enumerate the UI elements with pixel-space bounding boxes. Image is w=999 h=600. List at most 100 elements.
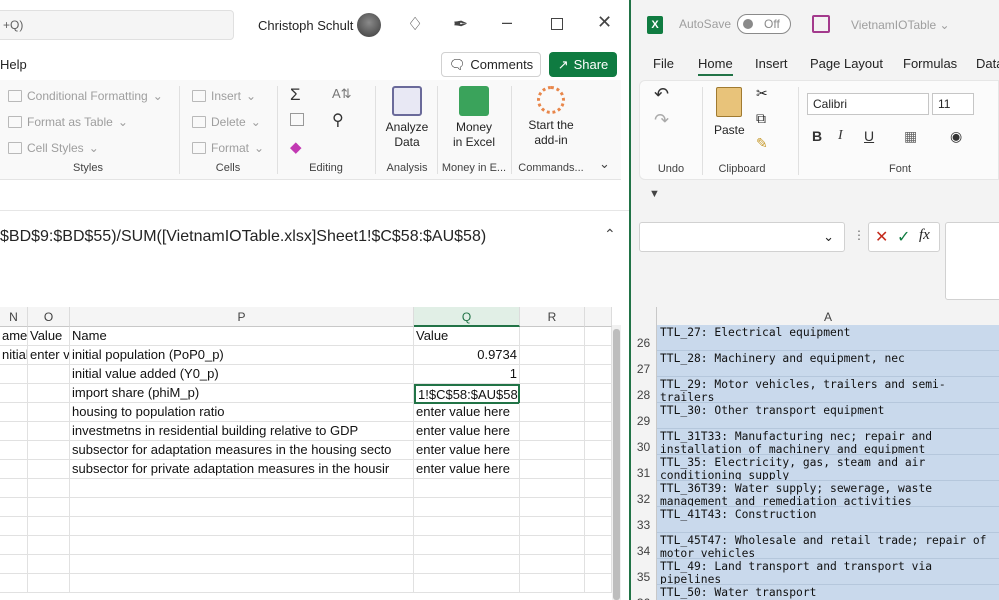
delete-button[interactable]: Delete ⌄ [192, 115, 261, 129]
cell-s[interactable] [585, 517, 612, 536]
row-number[interactable]: 31 [631, 455, 657, 481]
tab-file[interactable]: File [653, 56, 674, 71]
tab-insert[interactable]: Insert [755, 56, 788, 71]
active-cell[interactable]: 1!$C$58:$AU$58) [414, 384, 520, 404]
cell-n[interactable] [0, 403, 28, 422]
cell-o[interactable] [28, 460, 70, 479]
analyze-data-button[interactable]: Analyze Data [382, 84, 432, 150]
cell-n[interactable] [0, 479, 28, 498]
bold-button[interactable]: B [812, 128, 822, 144]
cell-s[interactable] [585, 346, 612, 365]
cell-s[interactable] [585, 365, 612, 384]
cell-q[interactable]: enter value here [414, 460, 520, 479]
font-name-select[interactable]: Calibri [807, 93, 929, 115]
cell-p[interactable] [70, 536, 414, 555]
cell-n[interactable]: ame [0, 327, 28, 346]
check-icon[interactable]: ✓ [897, 227, 910, 247]
column-header-a[interactable]: A [657, 307, 999, 327]
tab-home[interactable]: Home [698, 56, 733, 76]
clear-icon[interactable]: ◆ [290, 138, 302, 156]
cell-p[interactable]: Name [70, 327, 414, 346]
cut-icon[interactable]: ✂ [756, 85, 768, 102]
cell-a[interactable]: TTL_36T39: Water supply; sewerage, waste… [657, 481, 999, 507]
cell-n[interactable] [0, 384, 28, 403]
underline-button[interactable]: U [864, 128, 874, 144]
cell-q[interactable]: enter value here [414, 441, 520, 460]
paste-icon[interactable] [716, 87, 742, 117]
cell-s[interactable] [585, 555, 612, 574]
cell-r[interactable] [520, 536, 585, 555]
cell-r[interactable] [520, 555, 585, 574]
cell-s[interactable] [585, 479, 612, 498]
cell-s[interactable] [585, 422, 612, 441]
font-size-select[interactable]: 11 [932, 93, 974, 115]
find-icon[interactable]: ⚲ [332, 110, 344, 130]
cell-q[interactable]: enter value here [414, 422, 520, 441]
redo-icon[interactable]: ↷ [654, 110, 669, 131]
autosum-icon[interactable]: Σ [290, 85, 301, 105]
cell-o[interactable] [28, 422, 70, 441]
cell-a[interactable]: TTL_28: Machinery and equipment, nec [657, 351, 999, 377]
row-number[interactable]: 32 [631, 481, 657, 507]
cell-o[interactable] [28, 403, 70, 422]
cell-r[interactable] [520, 460, 585, 479]
fill-icon[interactable] [290, 113, 304, 126]
money-in-excel-button[interactable]: Money in Excel [443, 84, 505, 150]
cell-a[interactable]: TTL_27: Electrical equipment [657, 325, 999, 351]
cell-n[interactable] [0, 498, 28, 517]
column-header-r[interactable]: R [520, 307, 585, 327]
row-number[interactable]: 30 [631, 429, 657, 455]
cell-n[interactable]: nitial $ [0, 346, 28, 365]
cell-n[interactable] [0, 422, 28, 441]
cell-q[interactable] [414, 555, 520, 574]
cell-a[interactable]: TTL_50: Water transport [657, 585, 999, 600]
row-number[interactable]: 26 [631, 325, 657, 351]
right-formula-bar[interactable] [945, 222, 999, 300]
paste-label[interactable]: Paste [714, 123, 745, 137]
menu-help[interactable]: Help [0, 57, 27, 72]
borders-icon[interactable]: ▦ [904, 128, 917, 145]
italic-button[interactable]: I [838, 128, 843, 144]
copy-icon[interactable]: ⧉ [756, 110, 766, 127]
minimize-button[interactable]: – [502, 12, 512, 33]
cell-p[interactable] [70, 479, 414, 498]
cell-r[interactable] [520, 574, 585, 593]
cell-n[interactable] [0, 441, 28, 460]
cell-r[interactable] [520, 498, 585, 517]
cell-p[interactable] [70, 555, 414, 574]
cell-n[interactable] [0, 555, 28, 574]
cell-s[interactable] [585, 460, 612, 479]
autosave-toggle[interactable]: Off [737, 14, 791, 34]
cell-o[interactable] [28, 365, 70, 384]
cell-styles-button[interactable]: Cell Styles ⌄ [8, 141, 99, 155]
format-button[interactable]: Format ⌄ [192, 141, 264, 155]
scroll-thumb[interactable] [613, 329, 620, 600]
cell-q[interactable] [414, 498, 520, 517]
save-icon[interactable] [812, 15, 830, 33]
cell-r[interactable] [520, 327, 585, 346]
file-name[interactable]: VietnamIOTable ⌄ [851, 18, 950, 32]
cell-p[interactable]: subsector for adaptation measures in the… [70, 441, 414, 460]
cell-r[interactable] [520, 479, 585, 498]
search-box[interactable]: +Q) [0, 10, 234, 40]
row-number[interactable]: 36 [631, 585, 657, 600]
cell-n[interactable] [0, 365, 28, 384]
row-number[interactable]: 29 [631, 403, 657, 429]
cell-a[interactable]: TTL_45T47: Wholesale and retail trade; r… [657, 533, 999, 559]
cell-a[interactable]: TTL_29: Motor vehicles, trailers and sem… [657, 377, 999, 403]
cell-p[interactable]: import share (phiM_p) [70, 384, 414, 403]
start-addin-button[interactable]: Start the add-in [518, 84, 584, 148]
cell-a[interactable]: TTL_41T43: Construction [657, 507, 999, 533]
cell-r[interactable] [520, 422, 585, 441]
comments-button[interactable]: 🗨 Comments [441, 52, 541, 77]
cell-n[interactable] [0, 460, 28, 479]
cell-p[interactable]: investmetns in residential building rela… [70, 422, 414, 441]
cell-p[interactable]: initial value added (Y0_p) [70, 365, 414, 384]
cell-p[interactable] [70, 517, 414, 536]
cell-q[interactable] [414, 517, 520, 536]
fx-icon[interactable]: fx [919, 227, 930, 244]
cell-o[interactable] [28, 441, 70, 460]
row-number[interactable]: 28 [631, 377, 657, 403]
format-as-table-button[interactable]: Format as Table ⌄ [8, 115, 128, 129]
tab-page-layout[interactable]: Page Layout [810, 56, 883, 71]
